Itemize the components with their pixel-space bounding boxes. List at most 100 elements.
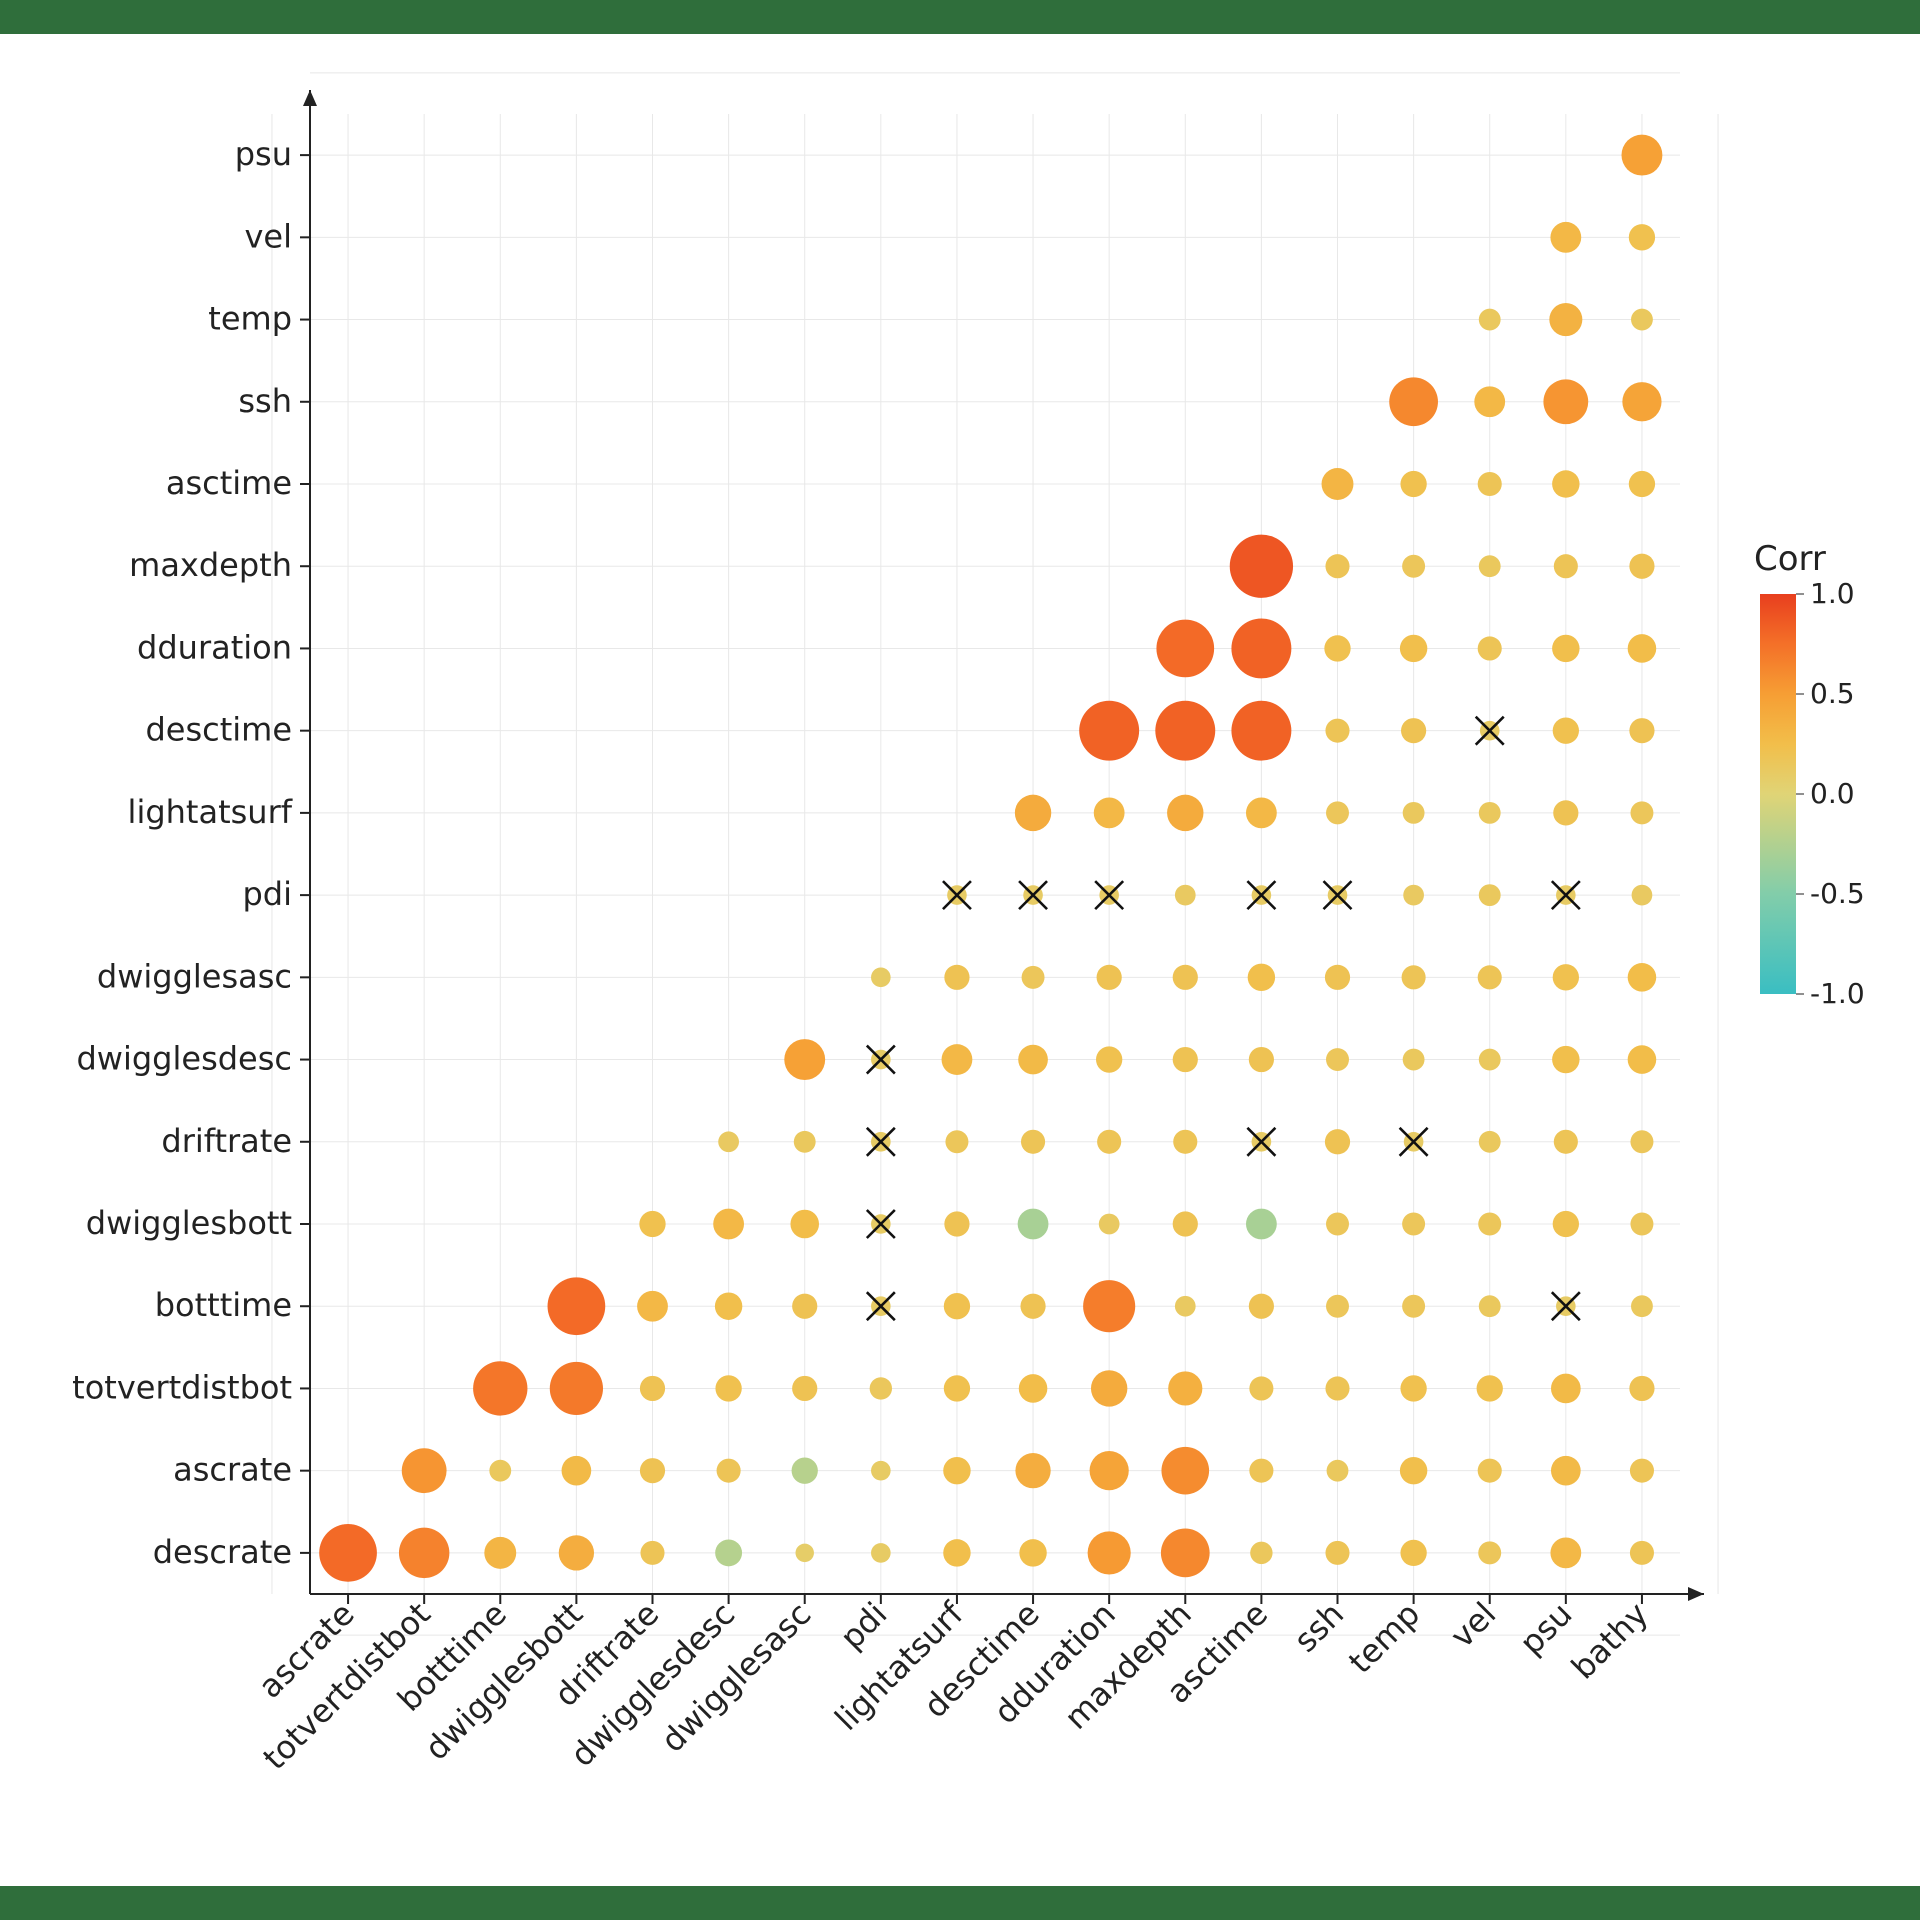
corr-bubble: [1403, 885, 1424, 906]
corr-bubble: [1230, 535, 1293, 598]
corr-bubble: [1249, 1459, 1273, 1483]
corr-bubble: [1231, 701, 1291, 761]
corr-bubble: [1088, 1531, 1131, 1574]
corr-bubble: [1402, 1295, 1425, 1318]
corr-bubble: [1628, 963, 1657, 992]
corr-bubble: [1015, 1453, 1050, 1488]
corr-bubble: [559, 1535, 594, 1570]
corr-bubble: [1094, 797, 1125, 828]
corr-bubble: [944, 1375, 970, 1401]
y-tick-label: botttime: [155, 1286, 292, 1324]
y-tick-label: dwigglesasc: [97, 957, 292, 995]
corr-bubble: [640, 1458, 665, 1483]
corr-bubble: [794, 1131, 816, 1153]
corr-bubble: [1402, 555, 1425, 578]
y-tick-label: asctime: [166, 464, 292, 502]
corr-bubble: [1327, 1460, 1349, 1482]
corr-bubble: [715, 1292, 742, 1319]
corr-bubble: [1630, 1213, 1653, 1236]
corr-bubble: [1478, 636, 1502, 660]
x-tick-label: psu: [1512, 1595, 1579, 1662]
legend-title: Corr: [1754, 539, 1826, 579]
corr-bubble: [871, 1461, 891, 1481]
corr-bubble: [1478, 1459, 1502, 1483]
corr-bubble: [1020, 1294, 1045, 1319]
corr-bubble: [1552, 635, 1579, 662]
corr-bubble: [1400, 635, 1427, 662]
corr-bubble: [1554, 554, 1578, 578]
corr-bubble: [1326, 1213, 1349, 1236]
corr-bubble: [1630, 1130, 1653, 1153]
corr-bubble: [1249, 1376, 1273, 1400]
corr-bubble: [1326, 1295, 1349, 1318]
corr-bubble: [1622, 382, 1661, 421]
x-tick-label: temp: [1341, 1595, 1427, 1681]
corr-bubble: [1324, 635, 1350, 661]
corr-bubble: [1249, 1047, 1274, 1072]
corr-bubble: [944, 1211, 969, 1236]
corr-bubble: [1018, 1045, 1048, 1075]
corr-bubble: [1246, 1209, 1277, 1240]
corr-bubble: [1173, 1130, 1197, 1154]
corr-bubble: [792, 1294, 817, 1319]
corr-bubble: [1019, 1374, 1048, 1403]
y-tick-label: driftrate: [161, 1122, 292, 1160]
corr-bubble: [1629, 718, 1654, 743]
corr-bubble: [1479, 802, 1501, 824]
x-tick-label: vel: [1443, 1595, 1503, 1655]
corr-bubble: [1400, 1457, 1427, 1484]
colorbar: -1.0-0.50.00.51.0: [1760, 577, 1865, 1010]
corr-bubble: [1325, 965, 1350, 990]
corr-bubble: [1632, 885, 1653, 906]
y-tick-label: maxdepth: [129, 546, 292, 584]
corr-bubble: [1629, 554, 1654, 579]
corr-bubble: [1175, 885, 1196, 906]
corr-bubble: [637, 1291, 668, 1322]
corr-bubble: [1248, 964, 1275, 991]
corr-bubble: [1019, 1539, 1046, 1566]
corr-bubble: [1479, 555, 1501, 577]
corr-bubble: [1175, 1296, 1196, 1317]
corr-bubble: [1551, 1374, 1581, 1404]
corr-bubble: [1479, 1049, 1501, 1071]
corr-bubble: [1477, 1375, 1503, 1401]
corr-bubble: [319, 1524, 377, 1582]
corr-bubble: [484, 1537, 516, 1569]
corr-bubble: [1083, 1280, 1135, 1332]
corr-bubble: [1325, 719, 1349, 743]
corr-bubble: [870, 1377, 892, 1399]
corr-bubble: [1155, 701, 1215, 761]
y-tick-label: lightatsurf: [128, 793, 293, 831]
corr-bubble: [1628, 634, 1657, 663]
corr-bubble: [550, 1362, 603, 1415]
corr-bubble: [1629, 1376, 1654, 1401]
corr-bubble: [1401, 718, 1426, 743]
corr-bubble: [1479, 884, 1501, 906]
svg-text:-1.0: -1.0: [1810, 977, 1865, 1010]
corr-bubble: [1021, 1130, 1045, 1154]
corr-bubble: [639, 1211, 665, 1237]
svg-text:-0.5: -0.5: [1810, 877, 1865, 910]
corr-bubble: [1097, 965, 1122, 990]
corr-bubble: [1630, 801, 1653, 824]
corr-bubble: [1389, 377, 1438, 426]
corr-bubble: [792, 1458, 818, 1484]
corr-bubble: [945, 1130, 968, 1153]
corr-bubble: [944, 965, 969, 990]
corr-bubble: [1554, 1130, 1578, 1154]
corr-bubble: [1543, 379, 1588, 424]
corr-bubble: [1173, 965, 1198, 990]
corr-bubble: [1156, 620, 1214, 678]
corr-bubble: [1552, 1046, 1579, 1073]
svg-text:1.0: 1.0: [1810, 577, 1855, 610]
corr-bubble: [1478, 965, 1502, 989]
corr-bubble: [1326, 801, 1349, 824]
corr-bubble: [1173, 1211, 1198, 1236]
corr-bubble: [562, 1456, 592, 1486]
corr-bubble: [1168, 1371, 1202, 1405]
corr-bubble: [1099, 1214, 1120, 1235]
corr-bubble: [1022, 966, 1045, 989]
corr-bubble: [1325, 1129, 1350, 1154]
corr-bubble: [1161, 1529, 1210, 1578]
y-tick-label: descrate: [153, 1533, 292, 1571]
